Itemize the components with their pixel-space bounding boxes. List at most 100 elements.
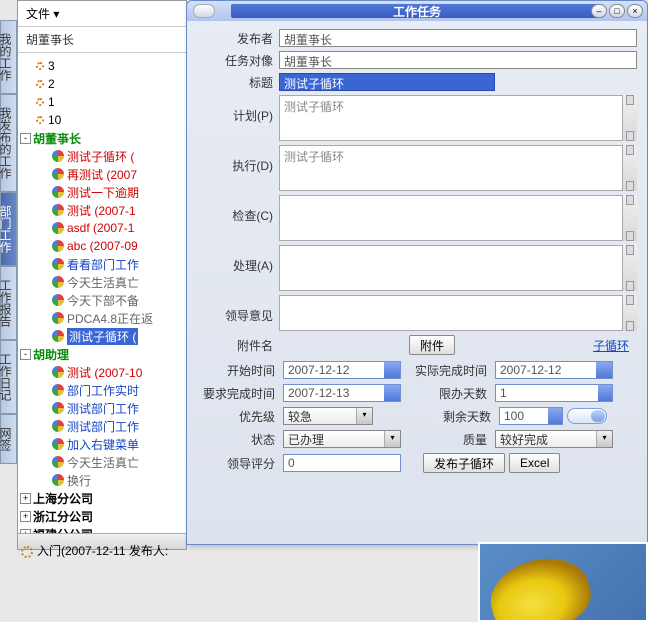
tree-item-selected[interactable]: 测试子循环 ( (67, 328, 138, 345)
check-textarea[interactable] (279, 195, 637, 241)
spinner-icon[interactable] (622, 145, 637, 191)
tree-item[interactable]: 测试 (2007-1 (67, 202, 136, 219)
tree-item[interactable]: 今天生活真亡 (67, 274, 139, 291)
tree-item[interactable]: 再测试 (2007 (67, 166, 137, 183)
status-combo[interactable]: 已办理▾ (283, 430, 401, 448)
subloop-link[interactable]: 子循环 (593, 337, 637, 354)
actual-done-picker[interactable]: 2007-12-12 (495, 361, 613, 379)
toggle-switch[interactable] (567, 408, 607, 424)
tree-item[interactable]: PDCA4.8正在返 (67, 310, 153, 327)
action-textarea[interactable] (279, 245, 637, 291)
plan-textarea[interactable]: 测试子循环 (279, 95, 637, 141)
calendar-icon[interactable] (384, 362, 400, 378)
calendar-icon[interactable] (596, 362, 612, 378)
spinner-icon[interactable] (622, 95, 637, 141)
pie-icon (52, 366, 64, 378)
label-attach-name: 附件名 (197, 337, 279, 354)
tab-netsign[interactable]: 网签 (0, 414, 17, 464)
tree-item[interactable]: 测试子循环 ( (67, 148, 134, 165)
tree-item[interactable]: 今天下部不备 (67, 292, 139, 309)
tree-collapse-icon[interactable]: - (20, 133, 31, 144)
tree-item[interactable]: 今天生活真亡 (67, 454, 139, 471)
quality-combo[interactable]: 较好完成▾ (495, 430, 613, 448)
spin-icon[interactable] (598, 385, 612, 401)
tree-item[interactable]: 测试一下逾期 (67, 184, 139, 201)
tree-item[interactable]: 看看部门工作 (67, 256, 139, 273)
sysmenu-button[interactable] (193, 4, 215, 18)
tab-dept-work[interactable]: 部门工作 (0, 192, 17, 266)
spin-icon[interactable] (548, 408, 562, 424)
chevron-down-icon[interactable]: ▾ (596, 431, 612, 447)
chevron-down-icon[interactable]: ▾ (356, 408, 372, 424)
spinner-icon[interactable] (622, 195, 637, 241)
chevron-down-icon[interactable]: ▾ (384, 431, 400, 447)
publisher-field[interactable]: 胡董亊长 (279, 29, 637, 47)
maximize-button[interactable]: □ (609, 4, 625, 18)
priority-combo[interactable]: 较急▾ (283, 407, 373, 425)
remain-days-stepper[interactable]: 100 (499, 407, 563, 425)
tree[interactable]: 3 2 1 10 -胡董亊长 测试子循环 ( 再测试 (2007 测试一下逾期 … (18, 53, 186, 533)
tree-item[interactable]: 加入右键菜单 (67, 436, 139, 453)
start-time-picker[interactable]: 2007-12-12 (283, 361, 401, 379)
label-limit-days: 限办天数 (405, 385, 491, 402)
tree-group[interactable]: 胡助理 (33, 346, 69, 363)
pie-icon (52, 168, 64, 180)
tree-item[interactable]: 部门工作实时 (67, 382, 139, 399)
pie-icon (52, 258, 64, 270)
score-stepper[interactable]: 0 (283, 454, 401, 472)
tab-work-diary[interactable]: 工作日记 (0, 340, 17, 414)
label-score: 领导评分 (197, 455, 279, 472)
pie-icon (52, 186, 64, 198)
tree-count: 2 (48, 77, 55, 91)
tree-item[interactable]: 换行 (67, 472, 91, 489)
pie-icon (52, 456, 64, 468)
minimize-button[interactable]: – (591, 4, 607, 18)
tab-my-work[interactable]: 我的工作 (0, 20, 17, 94)
opinion-textarea[interactable] (279, 295, 637, 331)
tree-panel: 文件 ▾ 胡董亊长 3 2 1 10 -胡董亊长 测试子循环 ( 再测试 (20… (17, 0, 187, 550)
tree-item[interactable]: abc (2007-09 (67, 239, 138, 253)
task-dialog: 工作任务 – □ × 发布者胡董亊长 任务对像胡董亊长 标题测试子循环 计划(P… (186, 0, 648, 545)
label-plan: 计划(P) (197, 95, 279, 124)
status-text: 入门(2007-12-11 发布人: (17, 538, 172, 563)
subject-field[interactable]: 测试子循环 (279, 73, 495, 91)
tree-collapse-icon[interactable]: - (20, 349, 31, 360)
pie-icon (52, 222, 64, 234)
attach-button[interactable]: 附件 (409, 335, 455, 355)
spinner-icon[interactable] (622, 245, 637, 291)
publish-subloop-button[interactable]: 发布子循环 (423, 453, 505, 473)
close-button[interactable]: × (627, 4, 643, 18)
spinner-icon[interactable] (622, 295, 637, 331)
label-actual-done: 实际完成时间 (405, 362, 491, 379)
tree-expand-icon[interactable]: + (20, 511, 31, 522)
titlebar[interactable]: 工作任务 – □ × (187, 1, 647, 21)
pie-icon (52, 240, 64, 252)
tree-item[interactable]: asdf (2007-1 (67, 221, 134, 235)
tree-branch[interactable]: 上海分公司 (33, 490, 93, 507)
pie-icon (52, 438, 64, 450)
tree-item[interactable]: 测试部门工作 (67, 400, 139, 417)
calendar-icon[interactable] (384, 385, 400, 401)
status-dot-icon (21, 546, 33, 558)
limit-days-stepper[interactable]: 1 (495, 384, 613, 402)
tree-item[interactable]: 测试部门工作 (67, 418, 139, 435)
menu-file[interactable]: 文件 ▾ (26, 7, 59, 21)
tab-work-report[interactable]: 工作报告 (0, 266, 17, 340)
tree-expand-icon[interactable]: + (20, 493, 31, 504)
req-done-picker[interactable]: 2007-12-13 (283, 384, 401, 402)
tree-count: 3 (48, 59, 55, 73)
target-field[interactable]: 胡董亊长 (279, 51, 637, 69)
label-req-done: 要求完成时间 (197, 385, 279, 402)
label-status: 状态 (197, 431, 279, 448)
count-dot-icon (36, 116, 44, 124)
tree-item[interactable]: 测试 (2007-10 (67, 364, 142, 381)
excel-button[interactable]: Excel (509, 453, 560, 473)
tree-branch[interactable]: 福建分公司 (33, 526, 93, 534)
tab-published-work[interactable]: 我发布的工作 (0, 94, 17, 192)
label-opinion: 领导意见 (197, 295, 279, 324)
pie-icon (52, 420, 64, 432)
label-priority: 优先级 (197, 408, 279, 425)
tree-branch[interactable]: 浙江分公司 (33, 508, 93, 525)
do-textarea[interactable]: 测试子循环 (279, 145, 637, 191)
tree-group[interactable]: 胡董亊长 (33, 130, 81, 147)
